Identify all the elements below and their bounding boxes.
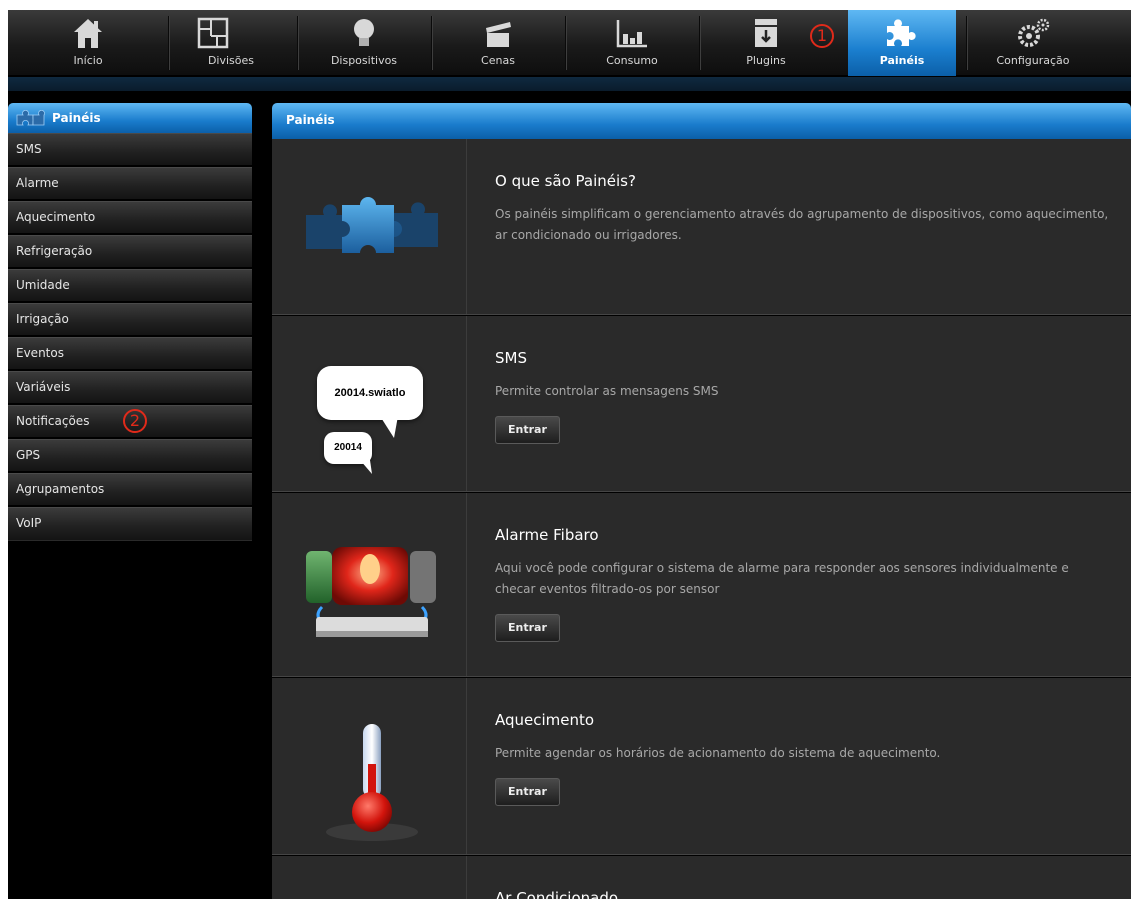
row-description: Permite agendar os horários de acionamen… bbox=[495, 746, 941, 760]
row-image: 20014.swiatlo 20014 bbox=[272, 316, 467, 491]
row-title: Aquecimento bbox=[495, 711, 595, 729]
sidebar-item-label: Eventos bbox=[16, 346, 64, 360]
main-header: Painéis bbox=[272, 103, 1131, 139]
row-image bbox=[272, 678, 467, 854]
nav-item-divisoes[interactable]: Divisões bbox=[168, 10, 258, 76]
puzzle-pieces-icon bbox=[306, 197, 438, 253]
row-text: SMS Permite controlar as mensagens SMS E… bbox=[495, 316, 1111, 444]
nav-item-paineis[interactable]: Painéis bbox=[848, 10, 956, 76]
nav-item-cenas[interactable]: Cenas bbox=[431, 10, 565, 76]
sidebar-item-label: Refrigeração bbox=[16, 244, 93, 258]
row-description: Aqui você pode configurar o sistema de a… bbox=[495, 561, 1069, 596]
nav-item-inicio[interactable]: Início bbox=[8, 10, 168, 76]
nav-item-configuracao[interactable]: Configuração bbox=[966, 10, 1100, 76]
sidebar-item-label: Notificações bbox=[16, 414, 90, 428]
row-text: O que são Painéis? Os painéis simplifica… bbox=[495, 139, 1111, 246]
main-panel: Painéis O que são Painéis? Os painéis si… bbox=[272, 103, 1131, 899]
nav-label: Cenas bbox=[481, 54, 515, 67]
sidebar-item-notificacoes[interactable]: Notificações 2 bbox=[8, 405, 252, 439]
panel-row-ar-condicionado: Ar Condicionado bbox=[272, 856, 1131, 899]
sidebar-item-agrupamentos[interactable]: Agrupamentos bbox=[8, 473, 252, 507]
sidebar-item-label: Irrigação bbox=[16, 312, 69, 326]
row-image bbox=[272, 139, 467, 314]
enter-button-sms[interactable]: Entrar bbox=[495, 416, 560, 444]
sidebar-item-label: Agrupamentos bbox=[16, 482, 105, 496]
app-frame: Início Divisões Dispositivos Cenas Consu… bbox=[8, 10, 1131, 899]
bubble-tail bbox=[360, 460, 372, 474]
panel-row-alarme: Alarme Fibaro Aqui você pode configurar … bbox=[272, 493, 1131, 677]
sidebar: Painéis SMS Alarme Aquecimento Refrigera… bbox=[8, 103, 252, 541]
clapper-icon bbox=[486, 22, 511, 47]
sidebar-item-aquecimento[interactable]: Aquecimento bbox=[8, 201, 252, 235]
puzzle-icon bbox=[16, 110, 45, 126]
sidebar-item-label: VoIP bbox=[16, 516, 42, 530]
nav-label: Início bbox=[73, 54, 103, 67]
sidebar-item-refrigeracao[interactable]: Refrigeração bbox=[8, 235, 252, 269]
nav-label: Plugins bbox=[746, 54, 786, 67]
row-text: Alarme Fibaro Aqui você pode configurar … bbox=[495, 493, 1111, 642]
nav-item-dispositivos[interactable]: Dispositivos bbox=[297, 10, 431, 76]
home-icon bbox=[74, 19, 102, 48]
annotation-badge-1: 1 bbox=[810, 24, 834, 48]
bulb-icon bbox=[354, 19, 374, 46]
row-description: Permite controlar as mensagens SMS bbox=[495, 384, 719, 398]
panel-row-sms: 20014.swiatlo 20014 SMS Permite controla… bbox=[272, 316, 1131, 492]
sidebar-item-label: Aquecimento bbox=[16, 210, 96, 224]
panel-row-aquecimento: Aquecimento Permite agendar os horários … bbox=[272, 678, 1131, 855]
row-image bbox=[272, 493, 467, 676]
gears-icon bbox=[1018, 18, 1050, 47]
panel-row-intro: O que são Painéis? Os painéis simplifica… bbox=[272, 139, 1131, 315]
bubble-tail bbox=[380, 416, 398, 438]
row-text: Ar Condicionado bbox=[495, 856, 1111, 899]
sidebar-item-eventos[interactable]: Eventos bbox=[8, 337, 252, 371]
nav-label: Painéis bbox=[879, 54, 925, 67]
row-title: Alarme Fibaro bbox=[495, 526, 599, 544]
nav-underbar bbox=[8, 77, 1131, 91]
nav-item-consumo[interactable]: Consumo bbox=[565, 10, 699, 76]
row-description: Os painéis simplificam o gerenciamento a… bbox=[495, 207, 1109, 242]
row-title: O que são Painéis? bbox=[495, 172, 636, 190]
nav-label: Dispositivos bbox=[330, 54, 398, 67]
annotation-badge-2: 2 bbox=[123, 409, 147, 433]
row-title: Ar Condicionado bbox=[495, 889, 619, 899]
sidebar-item-umidade[interactable]: Umidade bbox=[8, 269, 252, 303]
sidebar-item-label: Umidade bbox=[16, 278, 70, 292]
sidebar-header-label: Painéis bbox=[52, 111, 101, 125]
sidebar-item-label: SMS bbox=[16, 142, 42, 156]
sidebar-item-label: GPS bbox=[16, 448, 41, 462]
puzzle-icon bbox=[887, 19, 916, 46]
nav-label: Configuração bbox=[996, 54, 1070, 67]
box-icon bbox=[755, 19, 777, 47]
thermometer-icon bbox=[326, 724, 418, 841]
sidebar-item-label: Variáveis bbox=[16, 380, 71, 394]
sidebar-item-gps[interactable]: GPS bbox=[8, 439, 252, 473]
sidebar-item-irrigacao[interactable]: Irrigação bbox=[8, 303, 252, 337]
chart-icon bbox=[616, 20, 647, 48]
sidebar-item-label: Alarme bbox=[16, 176, 59, 190]
sidebar-item-sms[interactable]: SMS bbox=[8, 133, 252, 167]
nav-label: Divisões bbox=[207, 54, 254, 67]
enter-button-alarme[interactable]: Entrar bbox=[495, 614, 560, 642]
top-navigation: Início Divisões Dispositivos Cenas Consu… bbox=[8, 10, 1131, 76]
sidebar-header: Painéis bbox=[8, 103, 252, 133]
row-image bbox=[272, 856, 467, 899]
enter-button-aquecimento[interactable]: Entrar bbox=[495, 778, 560, 806]
sidebar-item-voip[interactable]: VoIP bbox=[8, 507, 252, 541]
row-text: Aquecimento Permite agendar os horários … bbox=[495, 678, 1111, 806]
sidebar-item-variaveis[interactable]: Variáveis bbox=[8, 371, 252, 405]
floorplan-icon bbox=[197, 17, 229, 49]
alarm-siren-icon bbox=[306, 547, 436, 637]
row-title: SMS bbox=[495, 349, 527, 367]
sidebar-item-alarme[interactable]: Alarme bbox=[8, 167, 252, 201]
nav-label: Consumo bbox=[606, 54, 658, 67]
sms-bubble-large: 20014.swiatlo bbox=[317, 366, 423, 420]
